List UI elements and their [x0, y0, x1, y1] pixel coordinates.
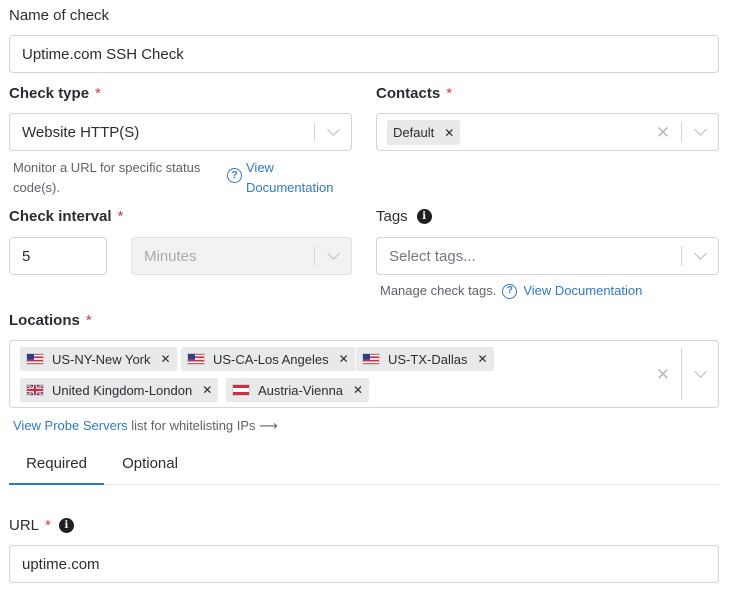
required-marker: * — [117, 208, 124, 225]
interval-unit-value: Minutes — [144, 247, 197, 265]
clear-icon[interactable]: ✕ — [645, 114, 681, 150]
location-chip-label: US-TX-Dallas — [388, 351, 468, 367]
info-icon[interactable]: i — [58, 518, 74, 533]
location-chip-label: Austria-Vienna — [258, 382, 344, 398]
tab-optional[interactable]: Optional — [104, 455, 196, 485]
check-type-helper: Monitor a URL for specific status code(s… — [13, 158, 218, 198]
interval-unit-select: Minutes — [131, 237, 352, 275]
locations-select[interactable]: US-NY-New York ✕ US-CA-Los Angeles ✕ US-… — [9, 340, 719, 408]
info-icon[interactable]: i — [416, 209, 432, 224]
contact-chip-label: Default — [393, 125, 435, 140]
clear-icon[interactable]: ✕ — [645, 341, 681, 407]
check-interval-input[interactable]: 5 — [9, 237, 107, 275]
required-marker: * — [45, 517, 51, 534]
check-type-select[interactable]: Website HTTP(S) — [9, 113, 352, 151]
chevron-down-icon[interactable] — [682, 341, 718, 407]
location-chip-label: US-CA-Los Angeles — [213, 351, 329, 367]
chevron-down-icon — [315, 238, 351, 274]
probe-servers-text: list for whitelisting IPs ⟶ — [131, 418, 278, 433]
austria-flag-icon — [232, 384, 250, 396]
check-type-helper-line2: code(s). — [13, 180, 60, 195]
remove-chip-icon[interactable]: ✕ — [353, 383, 363, 397]
tags-label: Tags i — [376, 208, 432, 225]
probe-servers-helper: View Probe Servers list for whitelisting… — [13, 417, 278, 435]
tags-placeholder: Select tags... — [389, 247, 476, 265]
location-chip: US-NY-New York ✕ — [20, 347, 177, 371]
required-marker: * — [85, 312, 92, 329]
tags-helper-text: Manage check tags. — [380, 283, 497, 298]
locations-label-text: Locations — [9, 312, 80, 329]
chevron-down-icon[interactable] — [315, 114, 351, 150]
location-chip: US-CA-Los Angeles ✕ — [181, 347, 355, 371]
tags-helper: Manage check tags. ? View Documentation — [380, 282, 642, 300]
check-interval-label-text: Check interval — [9, 208, 112, 225]
url-value: uptime.com — [22, 555, 100, 573]
check-type-label: Check type * — [9, 85, 101, 102]
tags-doc-link[interactable]: View Documentation — [523, 282, 642, 300]
check-type-doc-link[interactable]: View Documentation — [246, 158, 333, 198]
location-chip: US-TX-Dallas ✕ — [356, 347, 494, 371]
help-icon: ? — [227, 168, 242, 183]
contacts-label-text: Contacts — [376, 85, 441, 102]
probe-servers-link[interactable]: View Probe Servers — [13, 418, 128, 433]
check-interval-value: 5 — [22, 247, 31, 265]
contacts-select[interactable]: Default ✕ ✕ — [376, 113, 719, 151]
check-type-value: Website HTTP(S) — [22, 123, 140, 141]
name-of-check-value: Uptime.com SSH Check — [22, 45, 184, 63]
check-type-label-text: Check type — [9, 85, 90, 102]
remove-chip-icon[interactable]: ✕ — [339, 352, 349, 366]
remove-chip-icon[interactable]: ✕ — [444, 126, 454, 140]
doc-link-line1: View — [246, 160, 274, 175]
required-marker: * — [95, 85, 101, 102]
contacts-label: Contacts * — [376, 85, 452, 102]
us-flag-icon — [26, 353, 44, 365]
url-label: URL * i — [9, 517, 74, 534]
location-chip: Austria-Vienna ✕ — [226, 378, 370, 402]
chevron-down-icon[interactable] — [682, 238, 718, 274]
location-chip-label: United Kingdom-London — [52, 382, 193, 398]
name-of-check-label: Name of check — [9, 7, 110, 24]
check-type-helper-line1: Monitor a URL for specific status — [13, 160, 201, 175]
required-marker: * — [446, 85, 453, 102]
doc-link-line2: Documentation — [246, 180, 334, 195]
location-chip: United Kingdom-London ✕ — [20, 378, 219, 402]
remove-chip-icon[interactable]: ✕ — [477, 352, 487, 366]
url-input[interactable]: uptime.com — [9, 545, 719, 583]
us-flag-icon — [362, 353, 380, 365]
us-flag-icon — [187, 353, 205, 365]
contact-chip: Default ✕ — [387, 120, 461, 145]
remove-chip-icon[interactable]: ✕ — [161, 352, 171, 366]
tags-select[interactable]: Select tags... — [376, 237, 719, 275]
check-interval-label: Check interval * — [9, 208, 123, 225]
remove-chip-icon[interactable]: ✕ — [202, 383, 212, 397]
location-chip-label: US-NY-New York — [52, 351, 151, 367]
tab-required[interactable]: Required — [9, 455, 104, 485]
name-of-check-input[interactable]: Uptime.com SSH Check — [9, 35, 719, 73]
uk-flag-icon — [26, 384, 44, 396]
tags-label-text: Tags — [376, 208, 408, 225]
help-icon: ? — [502, 283, 518, 299]
locations-label: Locations * — [9, 312, 92, 329]
chevron-down-icon[interactable] — [682, 114, 718, 150]
url-label-text: URL — [9, 517, 40, 534]
